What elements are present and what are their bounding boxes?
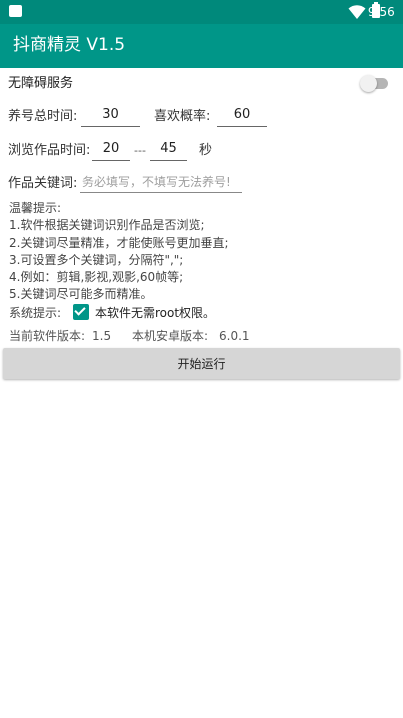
like-rate-input[interactable]: 60 [217, 105, 267, 127]
accessibility-label: 无障碍服务 [8, 76, 74, 91]
no-root-checkbox[interactable] [73, 304, 89, 320]
wifi-icon [348, 5, 366, 19]
status-time: 9:56 [367, 5, 395, 19]
android-version-label: 本机安卓版本: [132, 329, 209, 343]
tip-line-4: 4.例如：剪辑,影视,观影,60帧等; [9, 270, 184, 285]
browse-unit: 秒 [199, 143, 213, 158]
browse-max-input[interactable]: 45 [150, 139, 187, 161]
tips-block: 温馨提示: 1.软件根据关键词识别作品是否浏览; 2.关键词尽量精准，才能使账号… [9, 200, 229, 304]
range-separator: --- [134, 144, 146, 157]
tips-title: 温馨提示: [9, 201, 62, 215]
notification-icon [9, 5, 22, 17]
app-version-value: 1.5 [92, 329, 112, 343]
tip-line-5: 5.关键词尽可能多而精准。 [9, 287, 153, 302]
keyword-input[interactable] [80, 171, 242, 193]
raise-time-input[interactable]: 30 [81, 105, 140, 127]
check-icon [74, 304, 86, 316]
app-version-label: 当前软件版本: [9, 329, 86, 343]
system-tip-text: 本软件无需root权限。 [95, 306, 216, 320]
status-bar: 9:56 [0, 0, 403, 24]
tip-line-3: 3.可设置多个关键词，分隔符","; [9, 252, 184, 267]
system-tip-label: 系统提示: [9, 306, 62, 320]
app-bar: 抖商精灵 V1.5 [0, 24, 403, 68]
android-version-value: 6.0.1 [219, 329, 250, 343]
browse-min-input[interactable]: 20 [92, 139, 130, 161]
browse-time-label: 浏览作品时间: [8, 143, 91, 158]
switch-thumb [360, 75, 377, 92]
raise-time-label: 养号总时间: [8, 109, 78, 124]
tip-line-2: 2.关键词尽量精准，才能使账号更加垂直; [9, 235, 229, 250]
like-rate-label: 喜欢概率: [154, 109, 211, 124]
start-button[interactable]: 开始运行 [3, 348, 400, 379]
tip-line-1: 1.软件根据关键词识别作品是否浏览; [9, 218, 205, 233]
app-title: 抖商精灵 V1.5 [13, 35, 126, 55]
keyword-label: 作品关键词: [8, 176, 78, 191]
